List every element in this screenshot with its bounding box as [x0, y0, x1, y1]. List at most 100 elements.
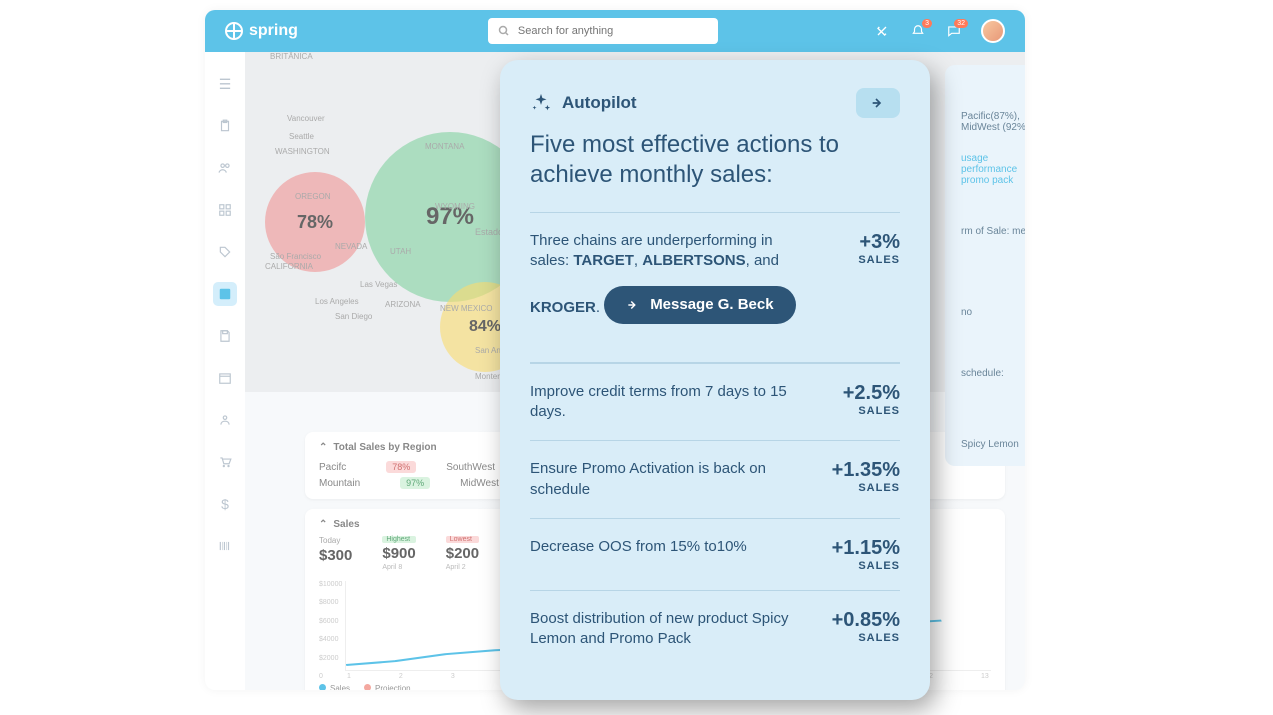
- action-metric: +3% SALES: [858, 231, 900, 266]
- map-label: Seattle: [289, 132, 314, 141]
- dashboard-icon[interactable]: [213, 282, 237, 306]
- xtick: 1: [347, 673, 351, 680]
- chevron-up-icon[interactable]: ⌃: [319, 442, 327, 453]
- metric-today: Today $300: [319, 536, 352, 571]
- map-label: San Diego: [335, 312, 372, 321]
- action-text: Three chains are underperforming in sale…: [530, 231, 810, 324]
- search-bar[interactable]: [488, 18, 718, 44]
- panel-text: rm of Sale: messaged he didn't: [961, 226, 1025, 237]
- metric-value: $900: [382, 545, 415, 562]
- region-name: MidWest: [460, 478, 499, 489]
- panel-link[interactable]: promo pack: [961, 175, 1025, 186]
- ytick: $10000: [319, 581, 342, 588]
- map-label: WYOMING: [435, 202, 475, 211]
- map-label: MONTANA: [425, 142, 464, 151]
- map-label: Vancouver: [287, 114, 325, 123]
- bell-icon[interactable]: 3: [909, 22, 927, 40]
- insights-panel: Pacific(87%), MidWest (92%) usage perfor…: [945, 65, 1025, 466]
- notif-badge: 3: [922, 19, 932, 28]
- topbar-actions: 3 32: [873, 19, 1005, 43]
- metric-sub: April 2: [446, 564, 479, 571]
- legend-label: Projection: [375, 684, 411, 690]
- modal-title: Autopilot: [562, 93, 846, 113]
- sparkle-icon: [530, 92, 552, 114]
- ytick: $2000: [319, 655, 342, 662]
- map-label: CALIFORNIA: [265, 262, 313, 271]
- map-label: Los Angeles: [315, 297, 359, 306]
- users-icon[interactable]: [213, 156, 237, 180]
- metric-lbl: SALES: [858, 254, 900, 266]
- metric-pct: +3%: [858, 231, 900, 254]
- panel-text: MidWest (92%): [961, 122, 1025, 133]
- autopilot-modal: Autopilot Five most effective actions to…: [500, 60, 930, 700]
- metric-tag: Lowest: [446, 536, 479, 543]
- region-name: Mountain: [319, 478, 360, 489]
- search-input[interactable]: [518, 25, 708, 37]
- region-name: Pacifc: [319, 462, 346, 473]
- action-item-4: Decrease OOS from 15% to10% +1.15% SALES: [530, 518, 900, 590]
- map-label: NEVADA: [335, 242, 367, 251]
- tools-icon[interactable]: [873, 22, 891, 40]
- xtick: 3: [451, 673, 455, 680]
- metric-lbl: SALES: [843, 405, 900, 417]
- dollar-icon[interactable]: $: [213, 492, 237, 516]
- metric-pct: +2.5%: [843, 382, 900, 405]
- msg-badge: 32: [954, 19, 968, 28]
- brand-name: spring: [249, 22, 298, 40]
- map-label: NEW MEXICO: [440, 304, 492, 313]
- ytick: $4000: [319, 636, 342, 643]
- share-button[interactable]: [856, 88, 900, 118]
- metric-tag: Highest: [382, 536, 415, 543]
- tag-icon[interactable]: [213, 240, 237, 264]
- cart-icon[interactable]: [213, 450, 237, 474]
- legend-dot: [364, 684, 371, 690]
- region-item: MidWest: [460, 477, 499, 489]
- metric-highest: Highest $900 April 8: [382, 536, 415, 571]
- calendar-icon[interactable]: [213, 366, 237, 390]
- action-text: Ensure Promo Activation is back on sched…: [530, 459, 810, 500]
- panel-link[interactable]: performance: [961, 164, 1025, 175]
- map-label: São Francisco: [270, 252, 321, 261]
- panel-link[interactable]: usage: [961, 153, 1025, 164]
- chat-icon[interactable]: 32: [945, 22, 963, 40]
- panel-text: schedule:: [961, 368, 1025, 379]
- menu-icon[interactable]: ☰: [213, 72, 237, 96]
- region-pct: 97%: [400, 477, 430, 489]
- map-label: WASHINGTON: [275, 147, 330, 156]
- map-label: Las Vegas: [360, 280, 397, 289]
- metric-label: Today: [319, 536, 352, 545]
- chart-yaxis: $10000 $8000 $6000 $4000 $2000 0: [319, 581, 342, 680]
- panel-text: Spicy Lemon: [961, 439, 1025, 450]
- action-item-2: Improve credit terms from 7 days to 15 d…: [530, 363, 900, 441]
- xtick: 13: [981, 673, 989, 680]
- ytick: 0: [319, 673, 342, 680]
- panel-text: no: [961, 307, 1025, 318]
- map-label: UTAH: [390, 247, 411, 256]
- metric-lbl: SALES: [832, 560, 900, 572]
- action-text: Decrease OOS from 15% to10%: [530, 537, 747, 557]
- metric-value: $300: [319, 547, 352, 564]
- team-icon[interactable]: [213, 408, 237, 432]
- action-item-3: Ensure Promo Activation is back on sched…: [530, 440, 900, 518]
- chevron-up-icon[interactable]: ⌃: [319, 519, 327, 530]
- clipboard-icon[interactable]: [213, 114, 237, 138]
- legend-dot: [319, 684, 326, 690]
- barcode-icon[interactable]: [213, 534, 237, 558]
- grid-icon[interactable]: [213, 198, 237, 222]
- region-name: SouthWest: [446, 462, 495, 473]
- action-text: Boost distribution of new product Spicy …: [530, 609, 810, 650]
- save-icon[interactable]: [213, 324, 237, 348]
- modal-header: Autopilot: [530, 88, 900, 118]
- action-metric: +1.35% SALES: [832, 459, 900, 494]
- xtick: 2: [399, 673, 403, 680]
- search-icon: [498, 25, 510, 37]
- map-label: OREGON: [295, 192, 331, 201]
- metric-sub: April 8: [382, 564, 415, 571]
- metric-pct: +0.85%: [832, 609, 900, 632]
- region-pct: 78%: [386, 461, 416, 473]
- ytick: $6000: [319, 618, 342, 625]
- avatar[interactable]: [981, 19, 1005, 43]
- message-button[interactable]: Message G. Beck: [604, 286, 795, 324]
- metric-value: $200: [446, 545, 479, 562]
- panel-text: Pacific(87%),: [961, 111, 1025, 122]
